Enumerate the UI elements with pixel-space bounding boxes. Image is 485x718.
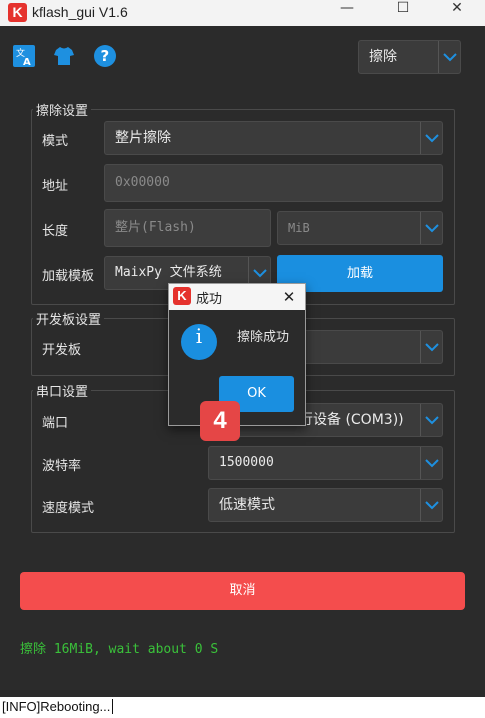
cancel-button[interactable]: 取消 [20, 572, 465, 610]
help-icon[interactable]: ? [93, 44, 117, 68]
board-settings-title: 开发板设置 [33, 309, 105, 328]
shirt-icon[interactable] [52, 44, 76, 68]
title-bar: K kflash_gui V1.6 — ☐ ✕ [0, 0, 485, 26]
address-label: 地址 [42, 179, 69, 194]
step-number-badge: 4 [200, 401, 240, 441]
dialog-message: 擦除成功 [237, 330, 290, 345]
app-logo-icon: K [8, 3, 27, 22]
port-label: 端口 [42, 416, 69, 431]
speed-mode-label: 速度模式 [42, 501, 95, 516]
svg-text:?: ? [101, 47, 110, 65]
length-label: 长度 [42, 224, 69, 239]
dialog-close-button[interactable]: ✕ [277, 286, 301, 308]
log-output[interactable]: [INFO]Rebooting... [0, 697, 485, 718]
maximize-button[interactable]: ☐ [380, 0, 426, 26]
board-label: 开发板 [42, 343, 82, 358]
status-text: 擦除 16MiB, wait about 0 S [20, 642, 219, 657]
text-cursor [112, 699, 114, 714]
chevron-down-icon [420, 489, 442, 521]
address-field[interactable]: 0x00000 [104, 164, 443, 202]
close-window-button[interactable]: ✕ [434, 0, 480, 26]
baud-label: 波特率 [42, 459, 82, 474]
mode-select[interactable]: 整片擦除 [104, 121, 443, 155]
log-line: [INFO]Rebooting... [2, 699, 111, 714]
window-title: kflash_gui V1.6 [32, 4, 128, 20]
chevron-down-icon [420, 331, 442, 363]
dialog-title-bar: K 成功 ✕ [169, 284, 305, 310]
erase-settings-title: 擦除设置 [33, 100, 92, 119]
chevron-down-icon [420, 212, 442, 244]
serial-settings-title: 串口设置 [33, 381, 92, 400]
chevron-down-icon [420, 404, 442, 436]
chevron-down-icon [420, 122, 442, 154]
action-select[interactable]: 擦除 [358, 40, 461, 74]
length-field[interactable]: 整片(Flash) [104, 209, 271, 247]
translate-icon[interactable]: 文A [12, 44, 36, 68]
template-label: 加载模板 [42, 269, 95, 284]
minimize-button[interactable]: — [324, 0, 370, 26]
dialog-title: 成功 [196, 292, 223, 307]
chevron-down-icon [420, 447, 442, 479]
chevron-down-icon [438, 41, 460, 73]
speed-mode-select[interactable]: 低速模式 [208, 488, 443, 522]
mode-label: 模式 [42, 134, 69, 149]
info-icon: i [181, 324, 217, 360]
length-unit-select[interactable]: MiB [277, 211, 443, 245]
svg-text:A: A [23, 57, 31, 68]
dialog-app-icon: K [173, 287, 191, 305]
baud-select[interactable]: 1500000 [208, 446, 443, 480]
